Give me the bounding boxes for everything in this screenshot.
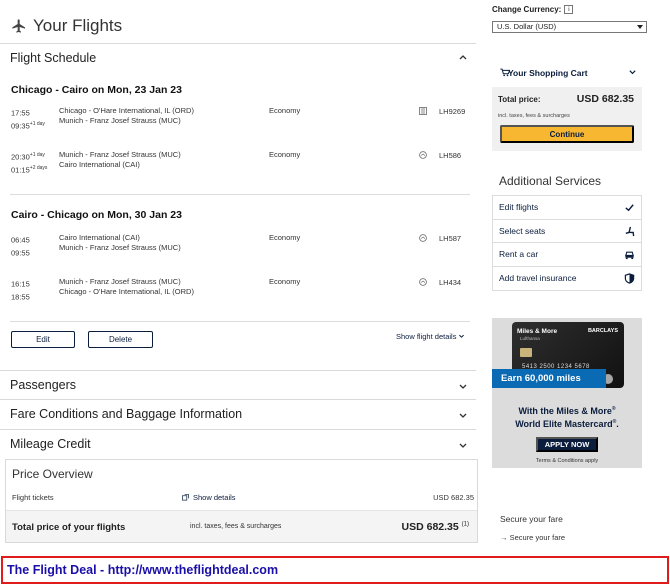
show-flight-details-link[interactable]: Show flight details — [396, 332, 465, 341]
continue-button[interactable]: Continue — [500, 125, 634, 143]
airplane-icon — [12, 19, 25, 33]
ad-earn-banner: Earn 60,000 miles — [492, 369, 606, 388]
flight-tickets-amount: USD 682.35 — [433, 493, 474, 502]
total-price-label: Total price of your flights — [12, 522, 126, 533]
arrow-right-icon: → — [500, 533, 508, 542]
segment-cabin: Economy — [269, 106, 301, 115]
shopping-cart-summary: Total price: USD 682.35 incl. taxes, fee… — [492, 87, 642, 151]
caret-down-icon — [637, 25, 643, 29]
chevron-up-icon[interactable] — [458, 52, 468, 62]
seat-icon — [625, 226, 635, 236]
fare-conditions-header[interactable]: Fare Conditions and Baggage Information — [0, 399, 476, 427]
segment-cabin: Economy — [269, 150, 301, 159]
currency-label: Change Currency: — [492, 5, 562, 14]
chevron-down-icon[interactable] — [458, 382, 468, 392]
details-icon — [182, 494, 189, 501]
page-title-row: Your Flights — [11, 16, 122, 36]
flight-schedule-title: Flight Schedule — [10, 50, 97, 65]
service-select-seats[interactable]: Select seats — [493, 220, 641, 243]
info-icon[interactable]: i — [564, 5, 574, 14]
chevron-down-icon[interactable] — [458, 411, 468, 421]
segment-airports: Cairo International (CAI) Munich - Franz… — [59, 233, 181, 252]
mileage-credit-title: Mileage Credit — [10, 436, 91, 451]
secure-fare-link[interactable]: → Secure your fare — [500, 533, 565, 542]
service-edit-flights[interactable]: Edit flights — [493, 196, 641, 220]
flight-schedule-header[interactable]: Flight Schedule — [0, 43, 476, 71]
segment-airports: Munich - Franz Josef Strauss (MUC) Cairo… — [59, 150, 181, 169]
car-icon — [625, 251, 634, 260]
ad-text: With the Miles & More® World Elite Maste… — [515, 406, 619, 429]
shield-icon — [624, 272, 635, 284]
segment-times: 06:45 09:55 — [11, 235, 30, 258]
chevron-down-icon[interactable] — [458, 441, 468, 451]
price-overview: Price Overview Flight tickets Show detai… — [5, 459, 478, 543]
service-rent-a-car[interactable]: Rent a car — [493, 243, 641, 267]
edit-button[interactable]: Edit — [11, 331, 75, 348]
total-price-bar: Total price of your flights incl. taxes,… — [6, 510, 477, 542]
flight-segment: 06:45 09:55 Cairo International (CAI) Mu… — [11, 233, 471, 257]
segment-cabin: Economy — [269, 277, 301, 286]
cart-incl-text: incl. taxes, fees & surcharges — [498, 113, 570, 119]
cart-total-label: Total price: — [498, 95, 541, 104]
flight-segment: 20:30+1 day 01:15+2 days Munich - Franz … — [11, 150, 471, 174]
flight-tickets-label: Flight tickets — [12, 493, 54, 502]
additional-services-title: Additional Services — [499, 174, 602, 188]
segment-flight-number: LH9269 — [439, 107, 466, 116]
actions-divider — [10, 321, 470, 322]
shopping-cart-header[interactable]: Your Shopping Cart — [492, 62, 644, 84]
card-chip-icon — [520, 348, 532, 357]
ad-bank: BARCLAYS — [587, 328, 618, 334]
flight-segment: 16:15 18:55 Munich - Franz Josef Strauss… — [11, 277, 471, 301]
segment-cabin: Economy — [269, 233, 301, 242]
delete-button[interactable]: Delete — [88, 331, 153, 348]
secure-fare-title: Secure your fare — [500, 514, 563, 524]
total-price-incl: incl. taxes, fees & surcharges — [190, 523, 282, 530]
additional-services-list: Edit flights Select seats Rent a car Add… — [492, 195, 642, 291]
ad-terms: Terms & Conditions apply — [535, 458, 599, 464]
passengers-title: Passengers — [10, 377, 77, 392]
flight-segment: 17:55 09:35+1 day Chicago - O'Hare Inter… — [11, 106, 471, 130]
total-price-amount: USD 682.35 (1) — [401, 521, 469, 533]
lufthansa-logo-icon — [419, 278, 427, 286]
shopping-cart-icon — [500, 68, 510, 77]
mileage-credit-header[interactable]: Mileage Credit — [0, 429, 476, 457]
segment-airports: Munich - Franz Josef Strauss (MUC) Chica… — [59, 277, 194, 296]
credit-card-ad[interactable]: Miles & More Lufthansa BARCLAYS 5413 250… — [492, 318, 642, 468]
currency-select[interactable]: U.S. Dollar (USD) — [492, 21, 647, 33]
segment-airports: Chicago - O'Hare International, IL (ORD)… — [59, 106, 194, 125]
ad-brand: Miles & More — [517, 328, 558, 335]
segment-flight-number: LH587 — [439, 234, 462, 243]
fare-conditions-title: Fare Conditions and Baggage Information — [10, 406, 243, 421]
price-overview-title: Price Overview — [12, 467, 93, 481]
chevron-down-icon[interactable] — [628, 68, 637, 77]
operator-logo-icon — [419, 107, 427, 115]
currency-label-row: Change Currency: i — [492, 5, 574, 14]
passengers-header[interactable]: Passengers — [0, 370, 476, 398]
chevron-down-icon — [459, 334, 465, 338]
leg-divider — [10, 194, 470, 195]
lufthansa-logo-icon — [419, 151, 427, 159]
service-travel-insurance[interactable]: Add travel insurance — [493, 267, 641, 291]
ad-brand-sub: Lufthansa — [520, 336, 540, 341]
apply-now-button[interactable]: APPLY NOW — [536, 437, 598, 452]
lufthansa-logo-icon — [419, 234, 427, 242]
segment-times: 16:15 18:55 — [11, 279, 30, 302]
cart-total-value: USD 682.35 — [576, 93, 634, 105]
leg-title-outbound: Chicago - Cairo on Mon, 23 Jan 23 — [11, 84, 182, 96]
page-title: Your Flights — [33, 16, 123, 35]
flight-deal-text: The Flight Deal - http://www.theflightde… — [7, 563, 279, 577]
segment-times: 17:55 09:35+1 day — [11, 108, 45, 131]
flight-deal-banner: The Flight Deal - http://www.theflightde… — [1, 556, 669, 584]
checkmark-icon — [625, 204, 634, 212]
leg-title-return: Cairo - Chicago on Mon, 30 Jan 23 — [11, 209, 182, 221]
show-details-link[interactable]: Show details — [182, 493, 236, 502]
segment-times: 20:30+1 day 01:15+2 days — [11, 152, 48, 174]
segment-flight-number: LH434 — [439, 278, 462, 287]
shopping-cart-title: Your Shopping Cart — [508, 68, 588, 78]
segment-flight-number: LH586 — [439, 151, 462, 160]
